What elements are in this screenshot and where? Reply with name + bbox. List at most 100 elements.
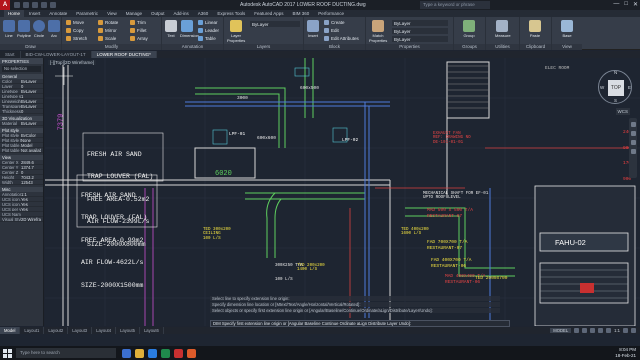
- ribbon-tab[interactable]: A360: [194, 10, 213, 17]
- property-value[interactable]: 1374.7: [21, 165, 41, 169]
- viewcube-face[interactable]: TOP: [608, 80, 624, 96]
- layers-panel-label[interactable]: Layers: [224, 44, 303, 50]
- property-value[interactable]: Yes: [21, 207, 41, 211]
- layer-properties-button[interactable]: Layer Properties: [227, 20, 245, 43]
- mirror-button[interactable]: Mirror: [98, 28, 117, 33]
- layout-tab[interactable]: Layout2: [44, 327, 69, 334]
- property-value[interactable]: ByLayer: [21, 79, 41, 83]
- ribbon-tab[interactable]: Output: [147, 10, 169, 17]
- ribbon-tab[interactable]: Home: [4, 10, 25, 17]
- taskbar-search[interactable]: Type here to search: [16, 348, 116, 358]
- ribbon-tab[interactable]: Manage: [122, 10, 146, 17]
- measure-button[interactable]: Measure: [495, 20, 511, 38]
- autocad-taskbar-icon[interactable]: [174, 348, 183, 358]
- property-row[interactable]: Thickness 0: [0, 109, 43, 114]
- edit-attributes-button[interactable]: Edit Attributes: [324, 36, 359, 41]
- utilities-panel-label[interactable]: Utilities: [486, 44, 519, 50]
- ribbon-tab[interactable]: Performance: [314, 10, 348, 17]
- start-button[interactable]: [0, 346, 14, 360]
- dimension-button[interactable]: Dimension: [180, 20, 199, 38]
- drawing-canvas[interactable]: [-][Top][2D Wireframe] FRESH AIR SAND TR…: [45, 58, 640, 326]
- property-value[interactable]: Not available: [21, 148, 41, 152]
- ribbon-tab[interactable]: Parametric: [72, 10, 102, 17]
- customization-icon[interactable]: [631, 328, 636, 333]
- property-value[interactable]: ByColor: [21, 133, 41, 137]
- save-icon[interactable]: [32, 2, 38, 8]
- copy-button[interactable]: Copy: [66, 28, 84, 33]
- ribbon-tab[interactable]: Express Tools: [213, 10, 249, 17]
- zoom-icon[interactable]: [630, 140, 636, 145]
- edge-icon[interactable]: [122, 348, 131, 358]
- osnap-icon[interactable]: [606, 328, 612, 333]
- fillet-button[interactable]: Fillet: [130, 28, 147, 33]
- property-value[interactable]: ByLayer: [21, 99, 41, 103]
- group-button[interactable]: Group: [462, 20, 476, 38]
- property-value[interactable]: ByLayer: [21, 104, 41, 108]
- property-value[interactable]: 7043.2: [21, 175, 41, 179]
- search-input[interactable]: Type a keyword or phrase: [420, 1, 490, 9]
- base-view-button[interactable]: Base: [560, 20, 574, 38]
- properties-panel-label[interactable]: Properties: [366, 44, 453, 50]
- wcs-menu[interactable]: WCS: [615, 108, 630, 115]
- create-block-button[interactable]: Create: [324, 20, 345, 25]
- property-value[interactable]: 0: [21, 170, 41, 174]
- match-properties-button[interactable]: Match Properties: [369, 20, 387, 43]
- viewcube-west[interactable]: W: [600, 85, 604, 90]
- ribbon-tab[interactable]: BIM 360: [289, 10, 314, 17]
- viewcube-north[interactable]: N: [614, 70, 617, 75]
- pan-icon[interactable]: [630, 131, 636, 136]
- property-value[interactable]: Yes: [21, 197, 41, 201]
- linetype-dropdown[interactable]: ByLayer: [392, 36, 448, 42]
- property-value[interactable]: ByLayer: [21, 89, 41, 93]
- viewcube[interactable]: TOP N S E W: [598, 70, 632, 104]
- minimize-button[interactable]: —: [613, 1, 619, 8]
- maximize-button[interactable]: □: [624, 1, 628, 8]
- edit-block-button[interactable]: Edit: [324, 28, 339, 33]
- polyline-button[interactable]: Polyline: [17, 20, 31, 38]
- move-button[interactable]: Move: [66, 20, 84, 25]
- lineweight-dropdown[interactable]: ByLayer: [392, 28, 448, 34]
- table-button[interactable]: Table: [198, 36, 216, 41]
- property-value[interactable]: 0: [21, 109, 41, 113]
- ortho-icon[interactable]: [590, 328, 596, 333]
- property-value[interactable]: 1: [21, 94, 41, 98]
- selection-dropdown[interactable]: No selection: [2, 66, 41, 72]
- redo-icon[interactable]: [50, 2, 56, 8]
- properties-header[interactable]: PROPERTIES: [0, 58, 43, 64]
- ribbon-tab[interactable]: Add-ins: [170, 10, 193, 17]
- array-button[interactable]: Array: [130, 36, 148, 41]
- open-icon[interactable]: [23, 2, 29, 8]
- layout-tab[interactable]: Layout4: [92, 327, 117, 334]
- steering-wheel-icon[interactable]: [630, 122, 636, 127]
- orbit-icon[interactable]: [630, 149, 636, 154]
- chrome-icon[interactable]: [187, 348, 196, 358]
- property-value[interactable]: 0: [21, 84, 41, 88]
- ribbon-tab[interactable]: Featured Apps: [250, 10, 287, 17]
- property-value[interactable]: [21, 212, 41, 216]
- model-space-toggle[interactable]: MODEL: [550, 328, 572, 333]
- block-panel-label[interactable]: Block: [304, 44, 365, 50]
- property-row[interactable]: Material ByLayer: [0, 121, 43, 126]
- store-icon[interactable]: [148, 348, 157, 358]
- layout-tab[interactable]: Layout1: [20, 327, 45, 334]
- viewport-label[interactable]: [-][Top][2D Wireframe]: [48, 60, 97, 65]
- property-value[interactable]: 1:1: [21, 192, 41, 196]
- paste-button[interactable]: Paste: [528, 20, 542, 38]
- leader-button[interactable]: Leader: [198, 28, 219, 33]
- property-value[interactable]: ByLayer: [21, 121, 41, 125]
- file-tab[interactable]: Start: [0, 51, 21, 58]
- snap-icon[interactable]: [582, 328, 588, 333]
- property-value[interactable]: 12543: [21, 180, 41, 184]
- property-row[interactable]: Plot table t...Not available: [0, 148, 43, 153]
- scale-button[interactable]: Scale: [98, 36, 116, 41]
- layer-dropdown[interactable]: ByLayer: [250, 21, 300, 27]
- layout-tab[interactable]: Model: [0, 327, 21, 334]
- viewcube-east[interactable]: E: [628, 85, 631, 90]
- ribbon-tab[interactable]: Annotate: [45, 10, 71, 17]
- viewcube-south[interactable]: S: [614, 98, 617, 103]
- autocad-logo[interactable]: A: [0, 0, 10, 10]
- file-tab[interactable]: LOWER ROOF DUCTING*: [91, 51, 157, 58]
- close-button[interactable]: ✕: [633, 1, 638, 8]
- ribbon-tab[interactable]: Insert: [25, 10, 44, 17]
- layout-tab[interactable]: Layout6: [140, 327, 164, 334]
